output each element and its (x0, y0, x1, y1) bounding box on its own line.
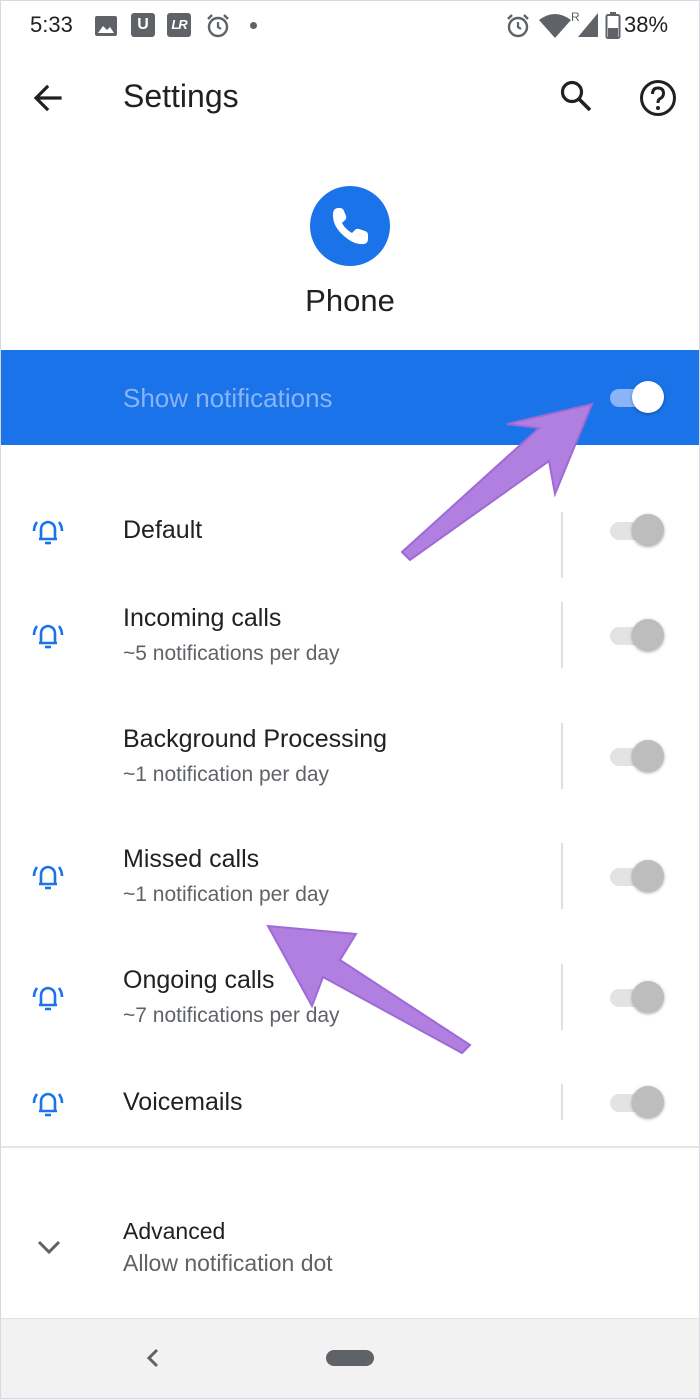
list-item-default[interactable]: Default (0, 496, 700, 578)
help-icon[interactable] (638, 78, 678, 118)
status-bar: 5:33 U LR R 38% (0, 0, 700, 52)
cell-signal-icon (577, 12, 599, 43)
list-item-voicemails[interactable]: Voicemails (0, 1068, 700, 1138)
channel-toggle[interactable] (606, 511, 664, 549)
show-notifications-row[interactable]: Show notifications (0, 350, 700, 445)
alarm-icon (505, 13, 531, 44)
channel-title: Voicemails (123, 1088, 243, 1116)
channel-title: Default (123, 516, 203, 544)
channel-subtitle: ~1 notification per day (123, 763, 330, 786)
row-divider (561, 1084, 563, 1120)
chevron-down-icon[interactable] (34, 1232, 64, 1262)
alert-bell-icon (30, 513, 66, 549)
channel-subtitle: ~5 notifications per day (123, 642, 340, 665)
channel-title: Background Processing (123, 725, 388, 753)
channel-toggle[interactable] (606, 1083, 664, 1121)
alert-bell-icon (30, 858, 66, 894)
channel-toggle[interactable] (606, 737, 664, 775)
show-notifications-toggle[interactable] (606, 378, 664, 416)
row-divider (561, 843, 563, 909)
app-name: Phone (305, 283, 395, 318)
wifi-icon (538, 12, 572, 45)
advanced-title: Advanced (123, 1218, 226, 1244)
lr-app-icon: LR (167, 13, 191, 37)
alert-bell-icon (30, 617, 66, 653)
u-app-icon: U (131, 13, 155, 37)
channel-toggle[interactable] (606, 857, 664, 895)
row-divider (561, 723, 563, 789)
list-item-missed-calls[interactable]: Missed calls ~1 notification per day (0, 841, 700, 911)
advanced-subtitle: Allow notification dot (123, 1250, 333, 1276)
battery-icon (605, 12, 621, 45)
channel-title: Missed calls (123, 845, 260, 873)
channel-title: Ongoing calls (123, 966, 275, 994)
more-notifications-dot (250, 22, 257, 29)
battery-percent: 38% (624, 12, 669, 37)
nav-back-icon[interactable] (140, 1343, 166, 1373)
list-item-incoming-calls[interactable]: Incoming calls ~5 notifications per day (0, 600, 700, 670)
list-item-ongoing-calls[interactable]: Ongoing calls ~7 notifications per day (0, 962, 700, 1032)
status-time: 5:33 (30, 12, 73, 37)
channel-subtitle: ~7 notifications per day (123, 1004, 340, 1027)
channel-subtitle: ~1 notification per day (123, 883, 330, 906)
channel-title: Incoming calls (123, 604, 282, 632)
row-divider (561, 602, 563, 668)
show-notifications-label: Show notifications (123, 383, 333, 413)
row-divider (561, 512, 563, 578)
nav-home-pill[interactable] (326, 1350, 374, 1366)
row-divider (561, 964, 563, 1030)
alert-bell-icon (30, 979, 66, 1015)
channel-toggle[interactable] (606, 616, 664, 654)
system-nav-bar (0, 1318, 700, 1400)
channel-toggle[interactable] (606, 978, 664, 1016)
phone-app-icon (310, 186, 390, 266)
app-toolbar: Settings (0, 52, 700, 144)
alarm-icon (205, 13, 231, 44)
alert-bell-icon (30, 1085, 66, 1121)
back-arrow-icon[interactable] (30, 80, 66, 116)
image-icon (94, 14, 118, 43)
list-item-background-processing[interactable]: Background Processing ~1 notification pe… (0, 721, 700, 791)
page-title: Settings (123, 78, 239, 114)
section-divider (0, 1146, 700, 1148)
search-icon[interactable] (558, 78, 594, 114)
